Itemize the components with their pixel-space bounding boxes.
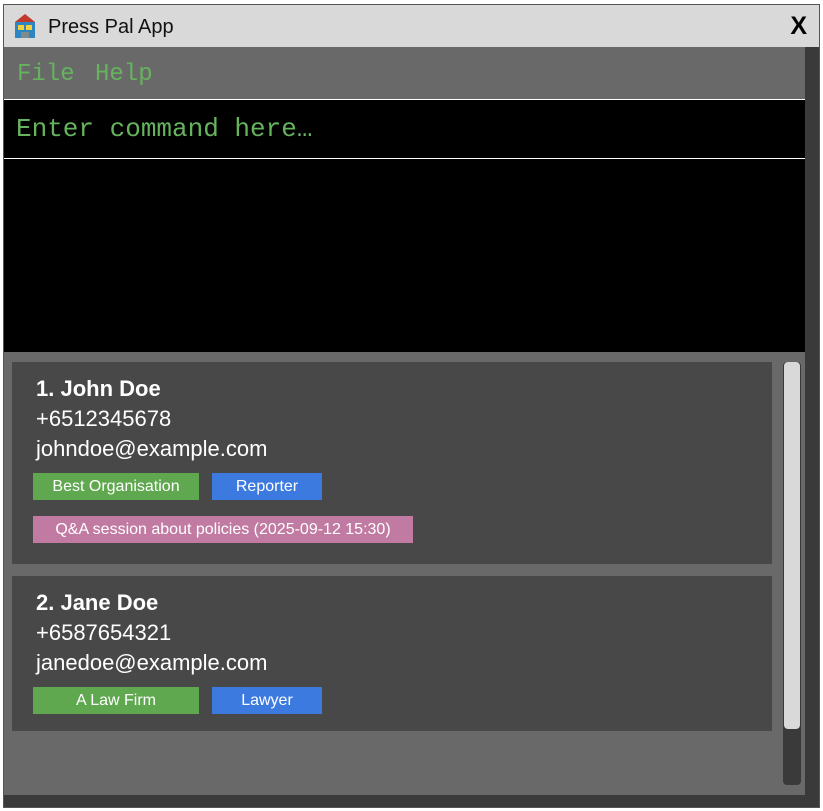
menu-file[interactable]: File — [17, 61, 75, 88]
list-scrollbar[interactable] — [783, 362, 801, 785]
app-logo-icon — [15, 14, 35, 38]
title-bar[interactable]: Press Pal App X — [4, 5, 819, 47]
person-phone: +6512345678 — [36, 406, 172, 431]
role-tag: Lawyer — [212, 687, 322, 714]
person-list: 1. John Doe +6512345678 johndoe@example.… — [4, 352, 805, 795]
scrollbar-thumb[interactable] — [784, 362, 800, 729]
app-window: Press Pal App X File Help 1. John Doe +6… — [3, 4, 820, 808]
organisation-tag: A Law Firm — [33, 687, 199, 714]
window-right-edge — [805, 47, 819, 807]
person-phone: +6587654321 — [36, 620, 172, 645]
window-bottom-edge — [4, 795, 819, 807]
role-tag: Reporter — [212, 473, 322, 500]
close-button[interactable]: X — [790, 12, 807, 41]
organisation-tag: Best Organisation — [33, 473, 199, 500]
command-input[interactable] — [16, 100, 786, 158]
person-email: janedoe@example.com — [36, 650, 268, 675]
person-card[interactable]: 2. Jane Doe +6587654321 janedoe@example.… — [12, 576, 772, 731]
command-box — [4, 99, 805, 159]
person-name: 2. Jane Doe — [36, 590, 159, 615]
result-display — [4, 159, 805, 352]
menu-bar: File Help — [4, 47, 805, 99]
window-title: Press Pal App — [48, 16, 174, 38]
menu-help[interactable]: Help — [95, 61, 153, 88]
person-email: johndoe@example.com — [36, 436, 268, 461]
person-card[interactable]: 1. John Doe +6512345678 johndoe@example.… — [12, 362, 772, 564]
person-name: 1. John Doe — [36, 376, 161, 401]
event-tag: Q&A session about policies (2025-09-12 1… — [33, 516, 413, 543]
